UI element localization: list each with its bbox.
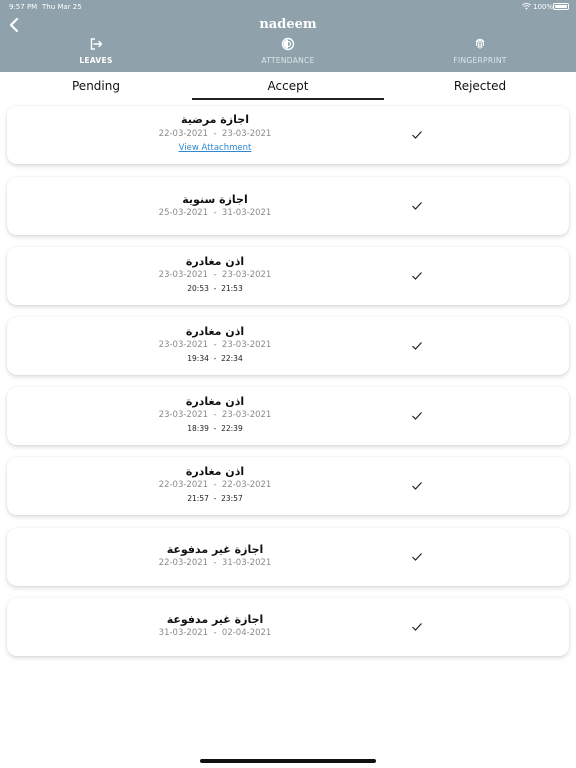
check-icon: [412, 202, 422, 210]
leave-times: 19:34 - 22:34: [187, 354, 243, 363]
check-icon: [412, 342, 422, 350]
leave-dates: 25-03-2021 - 31-03-2021: [158, 208, 272, 218]
leave-type: اجازة غير مدفوعة: [166, 613, 264, 626]
leave-dates: 22-03-2021 - 22-03-2021: [158, 480, 272, 490]
leave-dates: 22-03-2021 - 23-03-2021: [158, 129, 272, 139]
check-icon: [412, 272, 422, 280]
leave-dates: 23-03-2021 - 23-03-2021: [158, 410, 272, 420]
leave-dates: 22-03-2021 - 31-03-2021: [158, 558, 272, 568]
check-icon: [412, 412, 422, 420]
leave-type: اجازة سنوية: [182, 193, 248, 206]
leave-card[interactable]: اجازة سنوية 25-03-2021 - 31-03-2021: [7, 177, 569, 235]
leave-card[interactable]: اذن مغادرة 23-03-2021 - 23-03-2021 18:39…: [7, 387, 569, 445]
nav-fingerprint[interactable]: FINGERPRINT: [384, 36, 576, 70]
leave-dates: 31-03-2021 - 02-04-2021: [158, 628, 272, 638]
leave-card[interactable]: اجازة غير مدفوعة 31-03-2021 - 02-04-2021: [7, 598, 569, 656]
check-icon: [412, 623, 422, 631]
app-title: nadeem: [259, 17, 317, 32]
status-bar: 9:57 PM Thu Mar 25 100%: [0, 0, 576, 14]
leave-type: اذن مغادرة: [185, 325, 245, 338]
tab-rejected[interactable]: Rejected: [384, 72, 576, 100]
status-tabs: Pending Accept Rejected: [0, 72, 576, 100]
status-time: 9:57 PM: [9, 3, 38, 11]
check-icon: [412, 131, 422, 139]
half-circle-icon: [281, 37, 295, 51]
leave-card[interactable]: اجازة مرضية 22-03-2021 - 23-03-2021 View…: [7, 106, 569, 164]
fingerprint-icon: [475, 39, 485, 49]
leave-type: اذن مغادرة: [185, 465, 245, 478]
leave-dates: 23-03-2021 - 23-03-2021: [158, 340, 272, 350]
nav-leaves-label: LEAVES: [79, 56, 113, 65]
leave-times: 18:39 - 22:39: [187, 424, 243, 433]
nav-attendance-label: ATTENDANCE: [261, 56, 315, 65]
leave-card[interactable]: اذن مغادرة 23-03-2021 - 23-03-2021 19:34…: [7, 317, 569, 375]
app-header: 9:57 PM Thu Mar 25 100% nadeem LEAVES AT…: [0, 0, 576, 72]
view-attachment-link[interactable]: View Attachment: [7, 143, 423, 153]
leave-card[interactable]: اذن مغادرة 23-03-2021 - 23-03-2021 20:53…: [7, 247, 569, 305]
wifi-icon: [522, 3, 531, 10]
leave-times: 20:53 - 21:53: [187, 284, 243, 293]
check-icon: [412, 553, 422, 561]
leave-type: اجازة مرضية: [181, 113, 249, 126]
status-date: Thu Mar 25: [42, 3, 82, 11]
check-icon: [412, 482, 422, 490]
tab-pending[interactable]: Pending: [0, 72, 192, 100]
leave-type: اذن مغادرة: [185, 255, 245, 268]
battery-icon: [553, 3, 569, 10]
leave-type: اذن مغادرة: [185, 395, 245, 408]
leave-dates: 23-03-2021 - 23-03-2021: [158, 270, 272, 280]
leave-card[interactable]: اذن مغادرة 22-03-2021 - 22-03-2021 21:57…: [7, 457, 569, 515]
nav-leaves[interactable]: LEAVES: [0, 36, 192, 70]
tab-accept[interactable]: Accept: [192, 72, 384, 100]
leave-card[interactable]: اجازة غير مدفوعة 22-03-2021 - 31-03-2021: [7, 528, 569, 586]
nav-attendance[interactable]: ATTENDANCE: [192, 36, 384, 70]
battery-percent: 100%: [533, 3, 554, 11]
leave-times: 21:57 - 23:57: [187, 494, 243, 503]
home-indicator: [200, 759, 376, 763]
leave-type: اجازة غير مدفوعة: [166, 543, 264, 556]
nav-fingerprint-label: FINGERPRINT: [453, 56, 507, 65]
logout-icon: [90, 38, 103, 50]
